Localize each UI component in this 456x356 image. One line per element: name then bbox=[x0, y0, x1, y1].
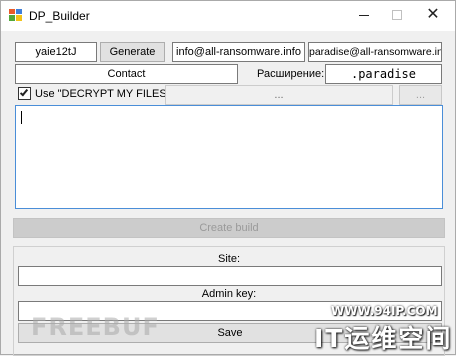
freebuf-watermark: FREEBUF bbox=[31, 313, 160, 341]
maximize-button bbox=[379, 1, 415, 31]
extension-label: Расширение: bbox=[257, 68, 325, 80]
generate-button[interactable]: Generate bbox=[100, 42, 165, 62]
title-bar[interactable]: DP_Builder ✕ bbox=[1, 1, 455, 31]
window-title: DP_Builder bbox=[29, 9, 90, 23]
close-button[interactable]: ✕ bbox=[415, 1, 451, 31]
site-label: Site: bbox=[217, 253, 240, 265]
browse-button: ... bbox=[399, 85, 442, 105]
decrypt-files-checkbox[interactable] bbox=[18, 87, 31, 100]
key-field[interactable]: yaie12tJ bbox=[15, 42, 97, 62]
decrypt-files-label: Use "DECRYPT MY FILES" bbox=[35, 88, 171, 100]
decrypt-file-path-field: ... bbox=[165, 85, 393, 105]
create-build-button: Create build bbox=[13, 218, 445, 238]
app-grid-icon bbox=[9, 9, 22, 21]
site-field[interactable] bbox=[18, 266, 442, 286]
it-watermark: IT运维空间 bbox=[314, 324, 453, 353]
maximize-icon bbox=[392, 10, 402, 20]
checkmark-icon bbox=[19, 87, 29, 97]
admin-key-label: Admin key: bbox=[201, 288, 257, 300]
minimize-icon bbox=[359, 15, 369, 16]
contact-field[interactable]: Contact bbox=[15, 64, 238, 84]
email2-field[interactable]: paradise@all-ransomware.info bbox=[308, 42, 442, 62]
text-caret bbox=[21, 111, 22, 124]
close-icon: ✕ bbox=[426, 6, 440, 23]
site-url-watermark: WWW.94IP.COM bbox=[331, 304, 438, 318]
email1-field[interactable]: info@all-ransomware.info bbox=[172, 42, 305, 62]
extension-field[interactable]: .paradise bbox=[325, 64, 442, 84]
dp-builder-window: DP_Builder ✕ yaie12tJ Generate info@all-… bbox=[0, 0, 456, 356]
note-textarea[interactable] bbox=[15, 105, 443, 209]
minimize-button[interactable] bbox=[346, 1, 382, 31]
